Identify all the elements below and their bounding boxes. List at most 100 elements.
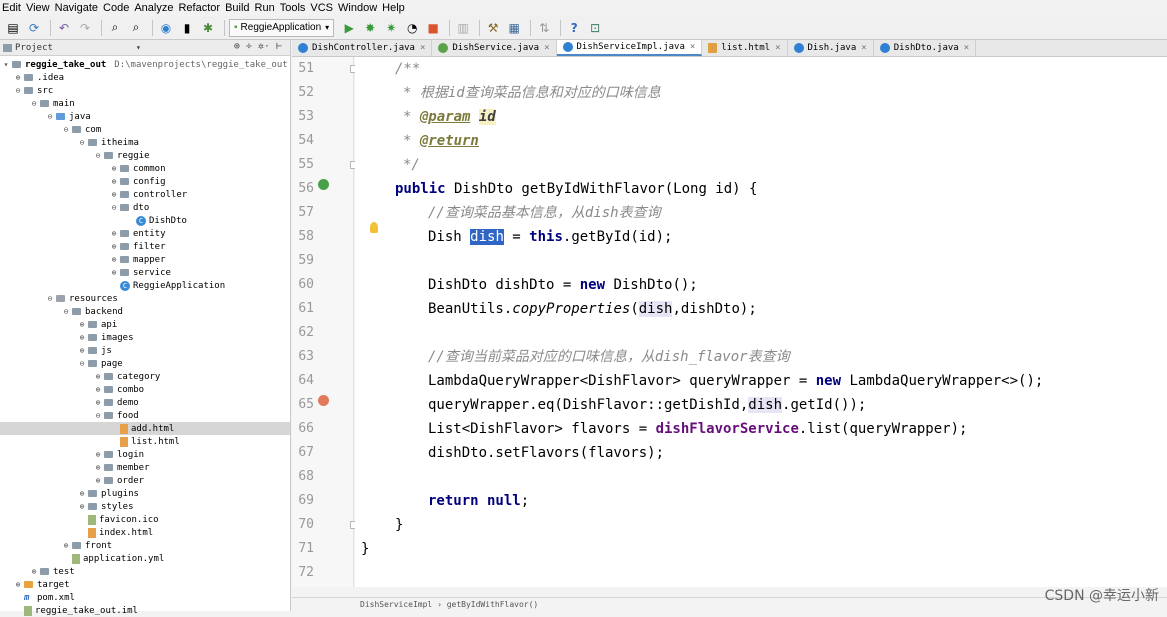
tree-item[interactable]: ⊕ filter [0,240,290,253]
replace-icon[interactable]: ⌕ [127,19,145,37]
editor-gutter[interactable]: 51 52 53 54 55 56 57 58 59 60 61 62 63 64 65 66 67 68 69 70… [292,57,358,587]
menu-analyze[interactable]: Analyze [134,2,173,14]
expand-icon[interactable]: ⊕ [110,177,118,186]
collapse-icon[interactable]: ⊖ [14,86,22,95]
collapse-icon[interactable]: ⊖ [110,203,118,212]
tree-item[interactable]: ⊖ com [0,123,290,136]
save-all-icon[interactable]: ▤ [4,19,22,37]
menu-navigate[interactable]: Navigate [55,2,98,14]
tree-item[interactable]: ⊕ entity [0,227,290,240]
collapse-icon[interactable]: ⊖ [62,307,70,316]
tab-dishserviceimpl[interactable]: DishServiceImpl.java × [556,40,703,56]
project-structure-icon[interactable]: ▥ [454,19,472,37]
expand-icon[interactable]: ⊕ [94,476,102,485]
tree-item[interactable]: ⊕ category [0,370,290,383]
expand-icon[interactable]: ⊕ [94,372,102,381]
close-icon[interactable]: × [690,42,695,52]
menu-window[interactable]: Window [338,2,377,14]
menu-help[interactable]: Help [382,2,405,14]
tree-item[interactable]: ⊕ test [0,565,290,578]
breadcrumb-class[interactable]: DishServiceImpl [360,600,432,609]
tree-item[interactable]: C ReggieApplication [0,279,290,292]
plugin-icon[interactable]: ⊡ [586,19,604,37]
tree-item[interactable]: ⊕ member [0,461,290,474]
sync-icon[interactable]: ⟳ [25,19,43,37]
expand-icon[interactable]: ⊕ [110,190,118,199]
code-line[interactable]: */ [403,153,420,177]
panel-tools[interactable]: ⊕ ÷ ✲· ⊢ [234,41,282,52]
code-editor[interactable]: /** * 根据id查询菜品信息和对应的口味信息 * @param id * @ret… [355,57,1167,587]
expand-icon[interactable]: ⊕ [110,229,118,238]
close-icon[interactable]: × [775,43,780,53]
tree-root[interactable]: ▾ reggie_take_out D:\mavenprojects\reggie_… [0,58,290,71]
collapse-icon[interactable]: ⊖ [46,294,54,303]
vcs-icon[interactable]: ⇅ [535,19,553,37]
tree-item[interactable]: ⊕ common [0,162,290,175]
tree-item[interactable]: ⊖ page [0,357,290,370]
code-line[interactable]: //查询菜品基本信息，从dish表查询 [428,201,661,225]
bug-icon[interactable]: ✱ [199,19,217,37]
tree-spacer[interactable]: ▾ [2,60,10,69]
tree-item[interactable]: ⊕ mapper [0,253,290,266]
run-configuration-select[interactable]: ▪ ReggieApplication ▾ [229,18,335,37]
lightbulb-icon[interactable] [370,222,378,233]
tree-item[interactable]: favicon.ico [0,513,290,526]
code-line[interactable]: BeanUtils.copyProperties(dish,dishDto); [428,297,757,321]
breadcrumb-method[interactable]: getByIdWithFlavor() [447,600,539,609]
expand-icon[interactable]: ⊕ [110,268,118,277]
code-line[interactable]: DishDto dishDto = new DishDto(); [428,273,698,297]
expand-icon[interactable]: ⊕ [78,489,86,498]
collapse-icon[interactable]: ⊖ [30,99,38,108]
code-line[interactable]: //查询当前菜品对应的口味信息，从dish_flavor表查询 [428,345,790,369]
undo-icon[interactable]: ↶ [55,19,73,37]
tab-dish[interactable]: Dish.java × [787,40,874,56]
expand-icon[interactable]: ⊕ [14,580,22,589]
profile-icon[interactable]: ◔ [403,19,421,37]
tree-item[interactable]: ⊖ src [0,84,290,97]
tree-item[interactable]: ⊖ itheima [0,136,290,149]
coverage-icon[interactable]: ✷ [382,19,400,37]
code-line[interactable]: /** [395,57,420,81]
tree-item[interactable]: ⊕ order [0,474,290,487]
tree-item[interactable]: ⊕ js [0,344,290,357]
tree-item[interactable]: add.html [0,422,290,435]
find-icon[interactable]: ⌕ [106,19,124,37]
expand-icon[interactable]: ⊕ [94,450,102,459]
tree-item[interactable]: ⊖ dto [0,201,290,214]
tree-item[interactable]: ⊕ service [0,266,290,279]
tree-item[interactable]: index.html [0,526,290,539]
code-line[interactable]: public DishDto getByIdWithFlavor(Long id… [395,177,757,201]
menu-code[interactable]: Code [103,2,129,14]
expand-icon[interactable]: ⊕ [78,346,86,355]
tree-item[interactable]: ⊕ styles [0,500,290,513]
close-icon[interactable]: × [964,43,969,53]
tree-item[interactable]: list.html [0,435,290,448]
expand-icon[interactable]: ⊕ [30,567,38,576]
sdk-icon[interactable]: ▦ [505,19,523,37]
tree-item[interactable]: ⊕ controller [0,188,290,201]
code-line[interactable]: List<DishFlavor> flavors = dishFlavorSer… [428,417,967,441]
expand-icon[interactable]: ⊕ [94,385,102,394]
collapse-icon[interactable]: ⊖ [62,125,70,134]
tab-dishdto[interactable]: DishDto.java × [873,40,977,56]
tree-item[interactable]: C DishDto [0,214,290,227]
tree-item[interactable]: ⊕ login [0,448,290,461]
run-icon[interactable]: ▶ [340,19,358,37]
expand-icon[interactable]: ⊕ [62,541,70,550]
collapse-icon[interactable]: ⊖ [94,411,102,420]
tab-list-html[interactable]: list.html × [702,40,788,56]
code-line[interactable]: } [395,513,403,537]
close-icon[interactable]: × [420,43,425,53]
expand-icon[interactable]: ⊕ [78,320,86,329]
tab-dishservice[interactable]: DishService.java × [432,40,557,56]
compile-icon[interactable]: ◉ [157,19,175,37]
menu-run[interactable]: Run [255,2,275,14]
tree-item[interactable]: m pom.xml [0,591,290,604]
collapse-icon[interactable]: ⊖ [46,112,54,121]
expand-icon[interactable]: ⊕ [110,164,118,173]
close-icon[interactable]: × [544,43,549,53]
redo-icon[interactable]: ↷ [76,19,94,37]
tree-item[interactable]: ⊕ api [0,318,290,331]
menu-build[interactable]: Build [225,2,249,14]
close-icon[interactable]: × [861,43,866,53]
